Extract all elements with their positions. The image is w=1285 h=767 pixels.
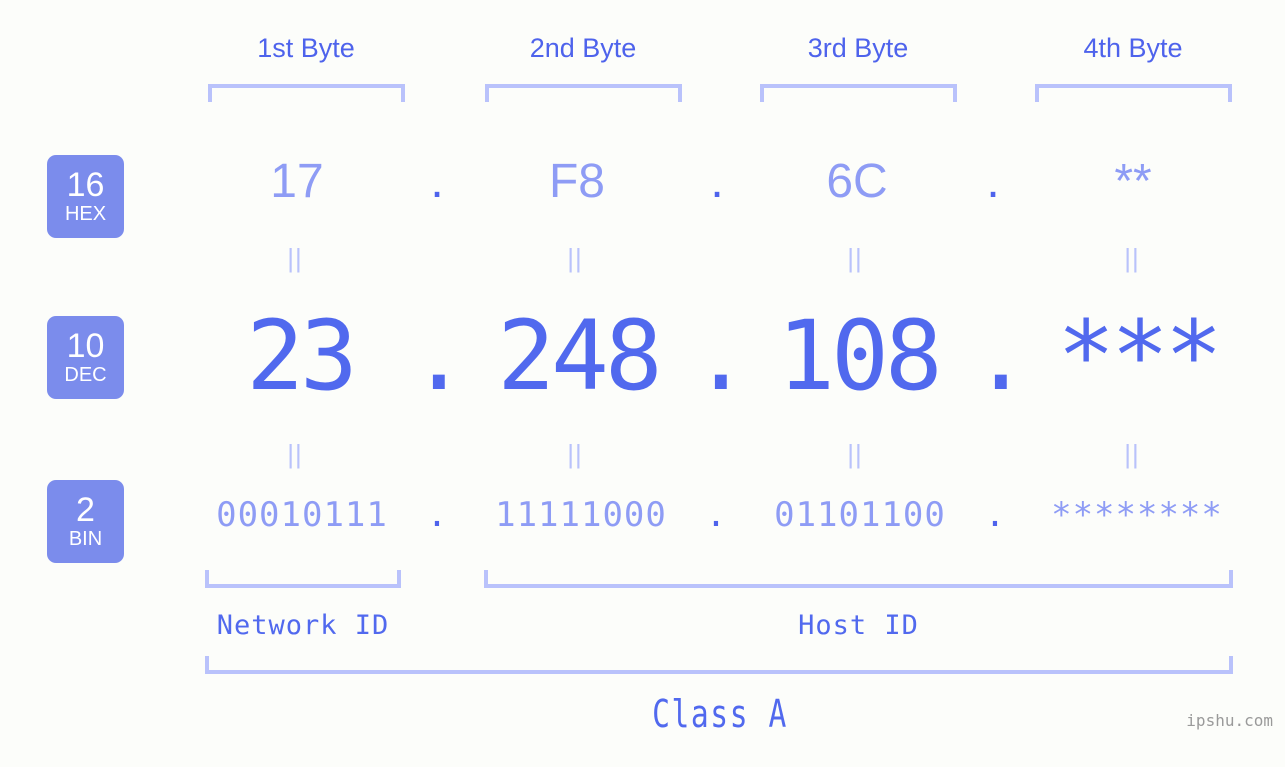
byte-bracket-2 xyxy=(485,84,682,102)
hex-dot-1: . xyxy=(430,155,444,208)
equals-mark-1-2: || xyxy=(567,243,583,273)
bin-dot-3: . xyxy=(984,495,1006,535)
host-id-label: Host ID xyxy=(798,610,919,641)
byte-header-4: 4th Byte xyxy=(1083,33,1183,63)
equals-mark-2-4: || xyxy=(1124,439,1140,469)
bin-dot-1: . xyxy=(426,495,448,535)
ip-byte-breakdown-diagram: 1st Byte 2nd Byte 3rd Byte 4th Byte 16 H… xyxy=(0,0,1285,767)
class-label: Class A xyxy=(652,692,788,736)
base-badge-hex-number: 16 xyxy=(66,166,105,204)
bin-byte-1: 00010111 xyxy=(216,495,388,535)
dec-byte-2: 248 xyxy=(497,300,662,412)
bin-dot-2: . xyxy=(705,495,727,535)
site-watermark: ipshu.com xyxy=(1186,711,1273,730)
byte-header-3: 3rd Byte xyxy=(807,33,909,63)
base-badge-dec-name: DEC xyxy=(64,364,107,386)
base-badge-bin-number: 2 xyxy=(76,491,95,529)
bin-byte-4: ******** xyxy=(1051,495,1223,535)
base-badge-bin-name: BIN xyxy=(68,528,103,550)
dec-byte-4: *** xyxy=(1057,300,1222,412)
dec-dot-3: . xyxy=(972,300,1030,412)
bin-byte-3: 01101100 xyxy=(774,495,946,535)
dec-byte-1: 23 xyxy=(246,300,358,412)
base-badge-bin: 2 BIN xyxy=(47,480,124,563)
hex-dot-3: . xyxy=(986,155,1000,208)
equals-mark-1-4: || xyxy=(1124,243,1140,273)
dec-dot-2: . xyxy=(692,300,750,412)
byte-bracket-1 xyxy=(208,84,405,102)
hex-byte-4: ** xyxy=(1114,155,1152,208)
network-id-label: Network ID xyxy=(216,610,390,641)
byte-bracket-4 xyxy=(1035,84,1232,102)
byte-header-2: 2nd Byte xyxy=(529,33,637,63)
base-badge-dec-number: 10 xyxy=(66,327,105,365)
host-id-bracket xyxy=(484,570,1233,588)
network-id-bracket xyxy=(205,570,401,588)
byte-header-1: 1st Byte xyxy=(257,33,355,63)
base-badge-hex: 16 HEX xyxy=(47,155,124,238)
base-badge-hex-name: HEX xyxy=(64,203,107,225)
dec-byte-3: 108 xyxy=(777,300,942,412)
equals-mark-1-3: || xyxy=(847,243,863,273)
equals-mark-2-3: || xyxy=(847,439,863,469)
hex-byte-2: F8 xyxy=(548,155,605,208)
class-bracket xyxy=(205,656,1233,674)
hex-dot-2: . xyxy=(710,155,724,208)
hex-byte-3: 6C xyxy=(826,155,888,208)
bin-byte-2: 11111000 xyxy=(495,495,667,535)
byte-bracket-3 xyxy=(760,84,957,102)
dec-dot-1: . xyxy=(410,300,468,412)
hex-byte-1: 17 xyxy=(270,155,324,208)
equals-mark-2-2: || xyxy=(567,439,583,469)
equals-mark-1-1: || xyxy=(287,243,303,273)
equals-mark-2-1: || xyxy=(287,439,303,469)
base-badge-dec: 10 DEC xyxy=(47,316,124,399)
